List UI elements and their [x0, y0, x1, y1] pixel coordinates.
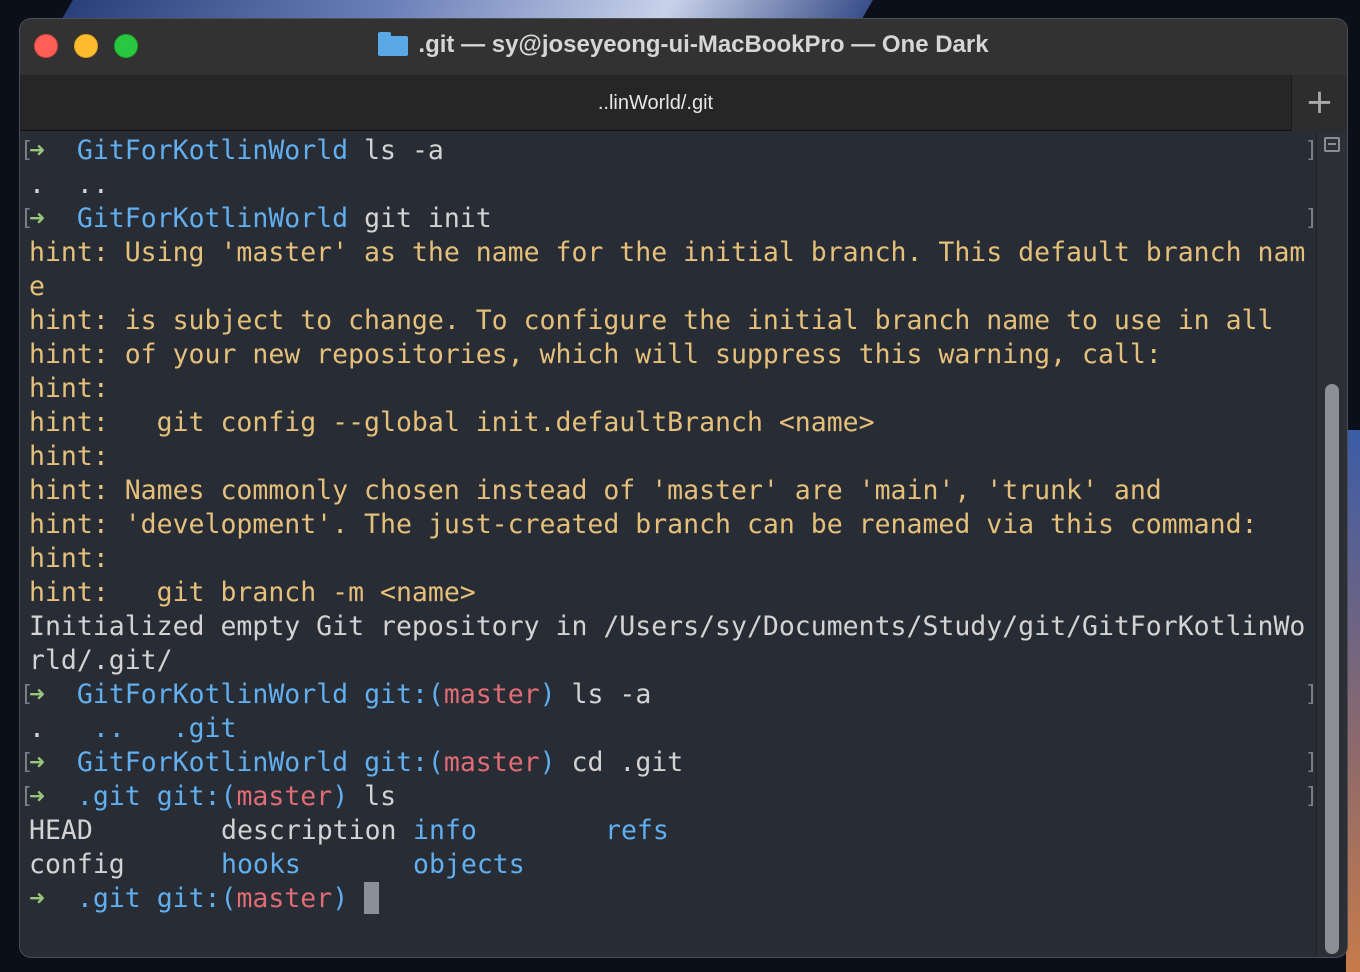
hint-line: e: [29, 271, 45, 302]
file-entry: HEAD: [29, 815, 93, 846]
prompt-line: [➜ .git git:(master) ls]: [20, 780, 1318, 814]
title-bar[interactable]: .git — sy@joseyeong-ui-MacBookPro — One …: [20, 19, 1347, 75]
prompt-directory: GitForKotlinWorld: [76, 747, 349, 778]
prompt-directory: GitForKotlinWorld: [76, 135, 349, 166]
git-label: git:(: [364, 679, 444, 710]
git-label-close: ): [539, 679, 556, 710]
output-line: . ..: [20, 168, 1318, 202]
prompt-bracket-left: [: [20, 138, 34, 163]
prompt-line: [➜ GitForKotlinWorld git:(master) cd .gi…: [20, 746, 1318, 780]
output-text: . ..: [29, 169, 109, 200]
command-text: cd .git: [555, 747, 684, 778]
prompt-bracket-left: [: [20, 750, 34, 775]
output-line: rld/.git/: [29, 645, 173, 676]
window-title-text: .git — sy@joseyeong-ui-MacBookPro — One …: [418, 31, 989, 58]
text-cursor: [364, 882, 380, 914]
git-label-close: ): [332, 883, 349, 914]
tab-label: ..linWorld/.git: [597, 92, 714, 114]
prompt-bracket-left: [: [20, 682, 34, 707]
hint-line: hint: git branch -m <name>: [29, 577, 476, 608]
tab-git[interactable]: ..linWorld/.git: [20, 75, 1291, 131]
marks-icon[interactable]: [1324, 137, 1340, 152]
file-entry: ..: [92, 713, 125, 744]
current-prompt-line: ➜ .git git:(master): [20, 882, 1318, 916]
prompt-directory: .git: [76, 781, 141, 812]
desktop-wallpaper-stripe: [61, 0, 879, 20]
terminal-window: .git — sy@joseyeong-ui-MacBookPro — One …: [19, 18, 1348, 958]
dir-entry: refs: [605, 815, 669, 846]
window-title: .git — sy@joseyeong-ui-MacBookPro — One …: [20, 31, 1347, 59]
command-text: ls -a: [348, 135, 444, 166]
file-entry: .git: [172, 713, 237, 744]
file-entry: .: [29, 713, 45, 744]
git-branch: master: [443, 747, 540, 778]
ls-row: config hooks objects: [20, 848, 1318, 882]
dir-entry: objects: [413, 849, 525, 880]
prompt-arrow-icon: ➜: [29, 883, 45, 914]
output-line: . .. .git: [20, 712, 1318, 746]
new-tab-button[interactable]: +: [1291, 75, 1347, 131]
output-line: Initialized empty Git repository in /Use…: [29, 611, 1306, 642]
git-label: git:(: [156, 781, 237, 812]
hint-line: hint:: [29, 543, 109, 574]
prompt-directory: GitForKotlinWorld: [76, 679, 349, 710]
hint-line: hint:: [29, 441, 109, 472]
git-label: git:(: [364, 747, 444, 778]
hint-line: hint: is subject to change. To configure…: [29, 305, 1274, 336]
hint-line: hint: git config --global init.defaultBr…: [29, 407, 875, 438]
file-entry: description: [221, 815, 397, 846]
hint-line: hint: 'development'. The just-created br…: [29, 509, 1258, 540]
prompt-line: [➜ GitForKotlinWorld git:(master) ls -a]: [20, 678, 1318, 712]
terminal-output[interactable]: [➜ GitForKotlinWorld ls -a] . .. [➜ GitF…: [20, 132, 1318, 957]
scrollbar[interactable]: [1316, 132, 1347, 957]
plus-icon: +: [1305, 82, 1334, 122]
command-text: ls -a: [555, 679, 652, 710]
hint-line: hint: Names commonly chosen instead of '…: [29, 475, 1162, 506]
dir-entry: hooks: [221, 849, 301, 880]
ls-row: HEAD description info refs: [20, 814, 1318, 848]
git-branch: master: [236, 781, 333, 812]
prompt-directory: GitForKotlinWorld: [76, 203, 349, 234]
file-entry: config: [29, 849, 125, 880]
git-branch: master: [236, 883, 333, 914]
git-label-close: ): [332, 781, 349, 812]
dir-entry: info: [413, 815, 477, 846]
prompt-bracket-left: [: [20, 784, 34, 809]
hint-line: hint: of your new repositories, which wi…: [29, 339, 1162, 370]
tab-bar: ..linWorld/.git +: [20, 75, 1347, 131]
scrollbar-thumb[interactable]: [1325, 384, 1339, 954]
folder-icon: [378, 32, 409, 56]
git-label-close: ): [539, 747, 556, 778]
prompt-line: [➜ GitForKotlinWorld ls -a]: [20, 134, 1318, 168]
command-text: git init: [348, 203, 492, 234]
git-branch: master: [443, 679, 540, 710]
command-text: ls: [348, 781, 397, 812]
hint-line: hint: Using 'master' as the name for the…: [29, 237, 1306, 268]
prompt-bracket-left: [: [20, 206, 34, 231]
prompt-directory: .git: [76, 883, 141, 914]
desktop-wallpaper-edge: [1346, 430, 1360, 972]
hint-line: hint:: [29, 373, 109, 404]
git-label: git:(: [156, 883, 237, 914]
prompt-line: [➜ GitForKotlinWorld git init]: [20, 202, 1318, 236]
